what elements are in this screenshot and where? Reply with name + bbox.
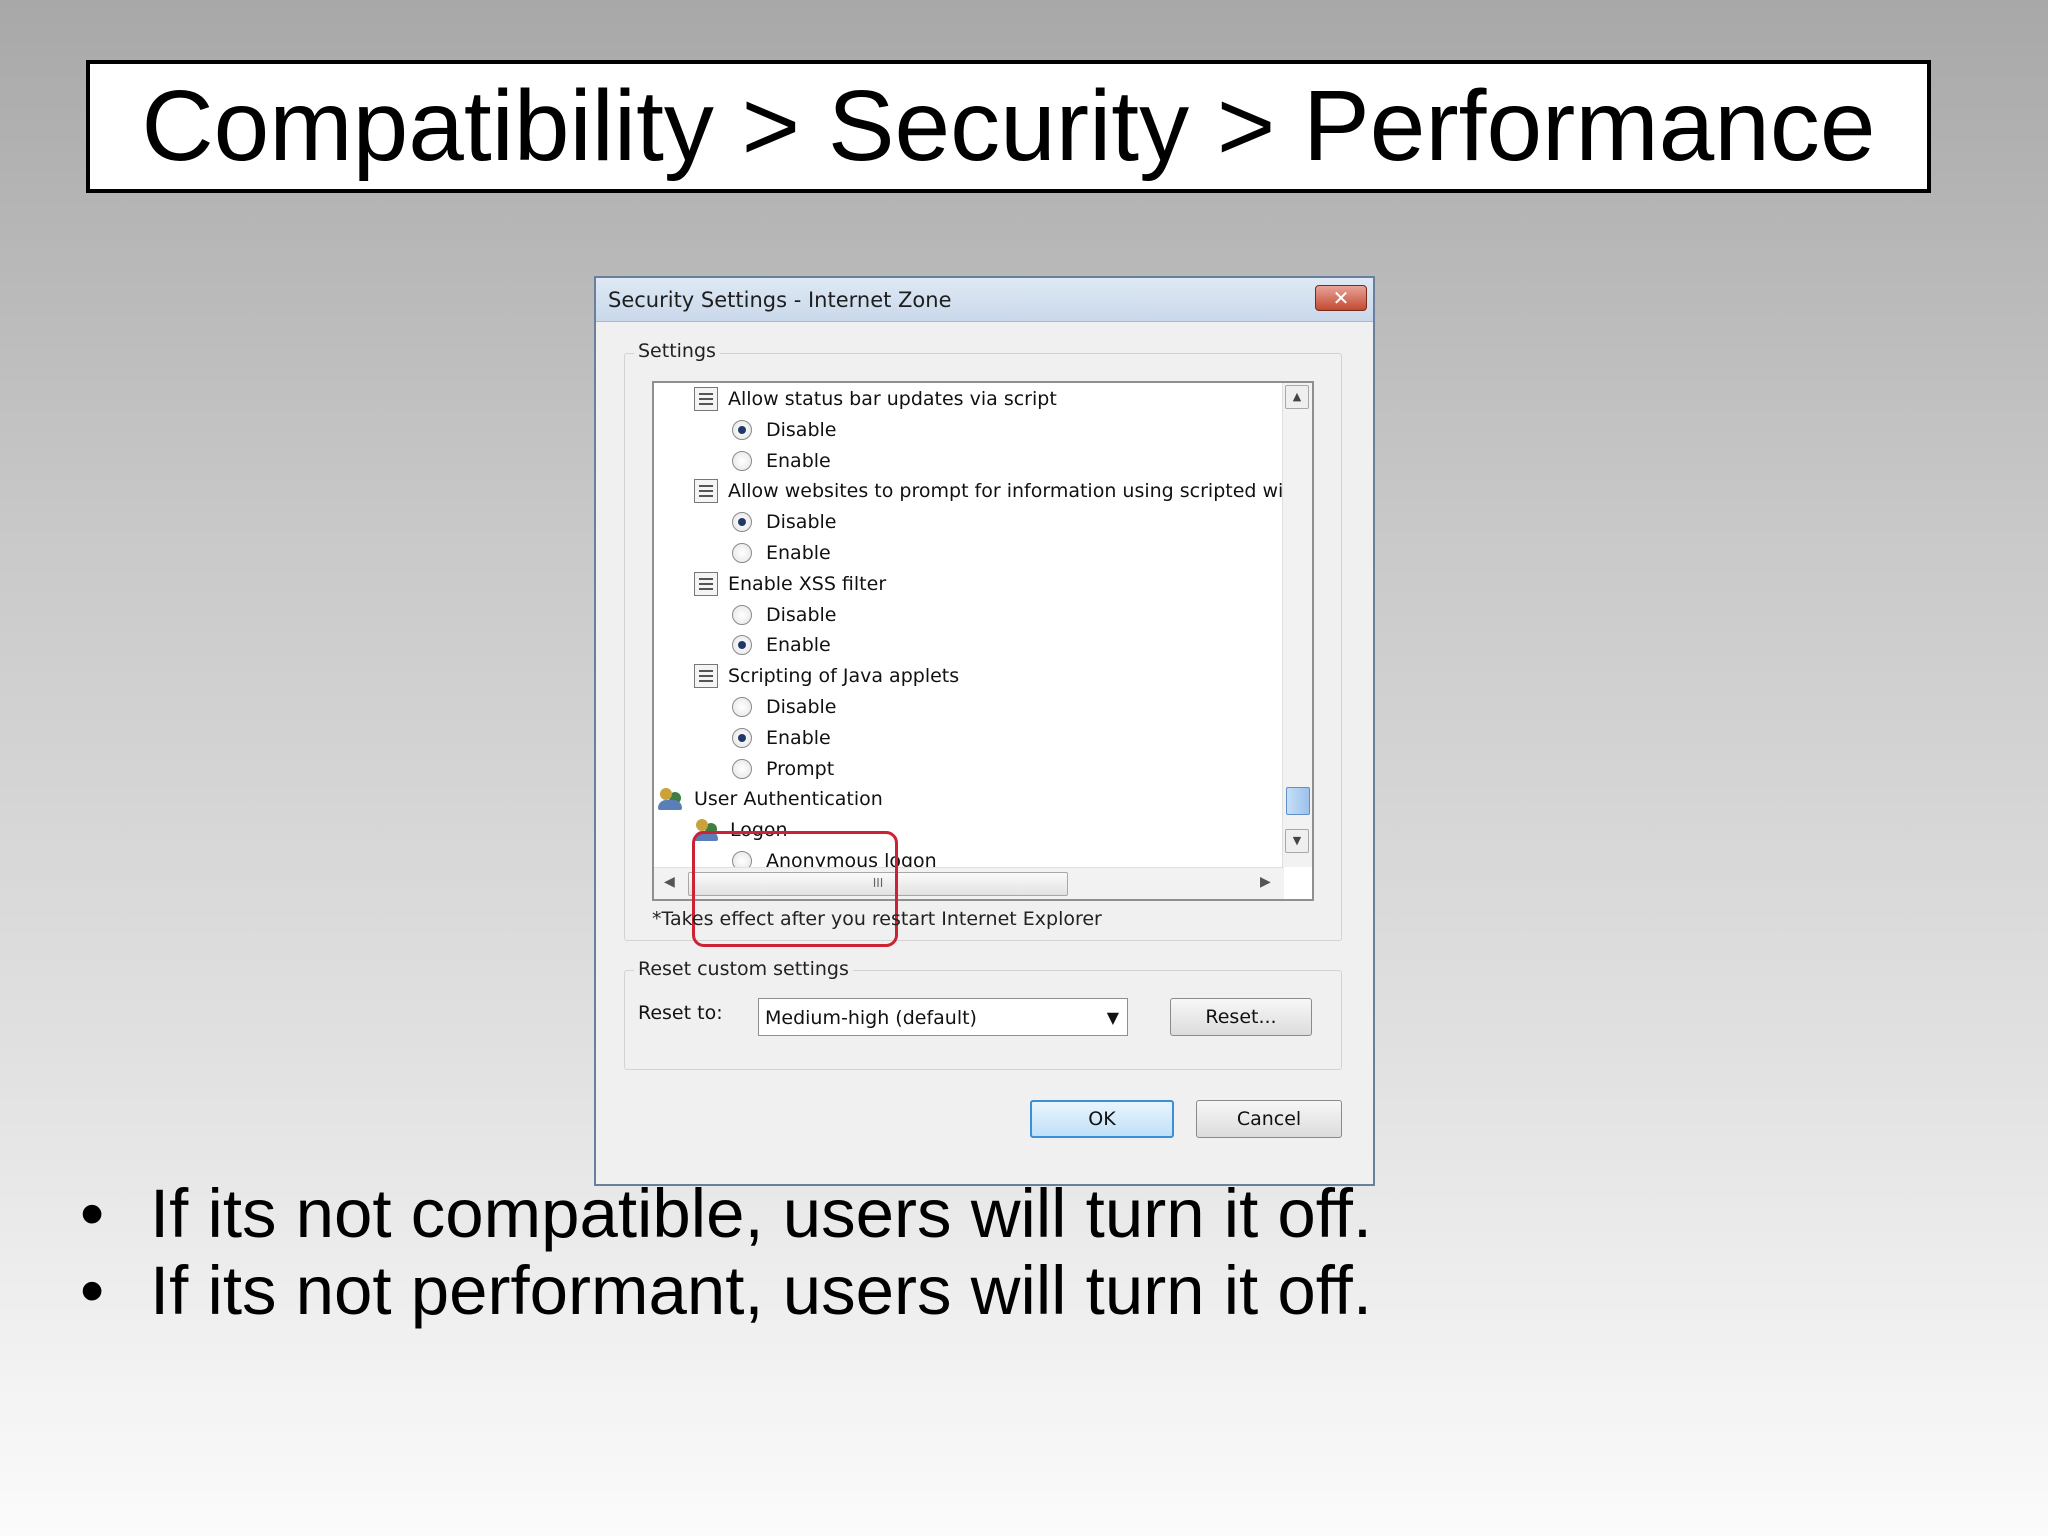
tree-row-label: Allow status bar updates via script (728, 388, 1057, 410)
tree-vertical-scrollbar[interactable]: ▲ ▼ (1282, 383, 1312, 867)
reset-level-select[interactable]: Medium-high (default) ▼ (758, 998, 1128, 1036)
tree-option-row[interactable]: Disable (732, 508, 836, 536)
tree-row-label: Disable (766, 418, 837, 441)
tree-row-label: Enable (766, 449, 831, 472)
reset-to-label: Reset to: (638, 1002, 723, 1024)
tree-row-label: Enable (766, 542, 831, 564)
slide-title-box: Compatibility > Security > Performance (86, 60, 1931, 193)
tree-row-label: User Authentication (694, 788, 883, 811)
tree-setting-row: Enable XSS filter (694, 570, 886, 598)
users-icon (658, 787, 684, 811)
bullet-list: • If its not compatible, users will turn… (80, 1175, 1372, 1329)
tree-option-row[interactable]: Enable (732, 631, 831, 659)
script-setting-icon (694, 387, 718, 411)
reset-group-label: Reset custom settings (634, 958, 853, 980)
dialog-title: Security Settings - Internet Zone (608, 288, 952, 312)
tree-option-row[interactable]: Disable (732, 601, 836, 629)
bullet-marker: • (80, 1175, 105, 1252)
radio-button[interactable] (732, 727, 752, 748)
radio-button[interactable] (732, 604, 752, 625)
tree-row-label: Enable (766, 634, 831, 657)
close-button[interactable]: ✕ (1315, 285, 1367, 311)
radio-button[interactable] (732, 635, 752, 656)
tree-row-label: Prompt (766, 757, 835, 780)
security-settings-dialog: Security Settings - Internet Zone ✕ Sett… (594, 276, 1375, 1186)
radio-button[interactable] (732, 758, 752, 779)
tree-row-label: Disable (766, 603, 837, 626)
bullet-text: If its not compatible, users will turn i… (150, 1175, 1373, 1252)
tree-option-row[interactable]: Disable (732, 416, 836, 444)
scroll-right-icon[interactable]: ▶ (1260, 874, 1271, 890)
bullet-text: If its not performant, users will turn i… (150, 1252, 1373, 1329)
tree-setting-row: Scripting of Java applets (694, 662, 959, 690)
tree-row-label: Enable (766, 726, 831, 749)
script-setting-icon (694, 571, 718, 596)
scroll-up-icon[interactable]: ▲ (1285, 385, 1309, 409)
tree-row-label: Disable (766, 511, 837, 534)
slide-title: Compatibility > Security > Performance (141, 70, 1876, 182)
dialog-titlebar[interactable]: Security Settings - Internet Zone ✕ (596, 278, 1373, 322)
tree-option-row[interactable]: Enable (732, 539, 831, 567)
cancel-button[interactable]: Cancel (1196, 1100, 1342, 1138)
tree-row-label: Scripting of Java applets (728, 665, 960, 688)
settings-tree[interactable]: Anonymous logon Logon User Authentication P… (652, 381, 1314, 901)
ok-button[interactable]: OK (1030, 1100, 1174, 1138)
script-setting-icon (694, 664, 718, 689)
radio-button[interactable] (732, 450, 752, 471)
tree-option-row[interactable]: Enable (732, 724, 831, 752)
tree-setting-row: Allow status bar updates via script (694, 385, 1057, 413)
radio-button[interactable] (732, 543, 752, 563)
radio-button[interactable] (732, 697, 752, 717)
tree-option-row[interactable]: Prompt (732, 755, 834, 783)
tree-setting-row: Allow websites to prompt for information… (694, 477, 1314, 505)
reset-level-value: Medium-high (default) (765, 1007, 977, 1029)
close-icon: ✕ (1332, 286, 1350, 310)
script-setting-icon (694, 479, 718, 504)
bullet-item: • If its not performant, users will turn… (80, 1252, 1372, 1329)
scroll-down-icon[interactable]: ▼ (1285, 829, 1309, 853)
restart-note: *Takes effect after you restart Internet… (652, 908, 1102, 930)
tree-option-row[interactable]: Disable (732, 693, 836, 721)
tree-option-row[interactable]: Enable (732, 447, 831, 475)
radio-button[interactable] (732, 512, 752, 533)
settings-group-label: Settings (634, 340, 720, 362)
radio-button[interactable] (732, 419, 752, 440)
reset-button[interactable]: Reset... (1170, 998, 1312, 1036)
tree-row-label: Enable XSS filter (728, 572, 887, 595)
tree-setting-row: User Authentication (658, 785, 883, 813)
bullet-item: • If its not compatible, users will turn… (80, 1175, 1372, 1252)
bullet-marker: • (80, 1252, 105, 1329)
chevron-down-icon[interactable]: ▼ (1107, 1008, 1119, 1027)
tree-row-label: Allow websites to prompt for information… (728, 480, 1314, 503)
vertical-scroll-thumb[interactable] (1286, 787, 1310, 815)
scroll-left-icon[interactable]: ◀ (664, 874, 675, 890)
tree-row-label: Disable (766, 696, 837, 718)
